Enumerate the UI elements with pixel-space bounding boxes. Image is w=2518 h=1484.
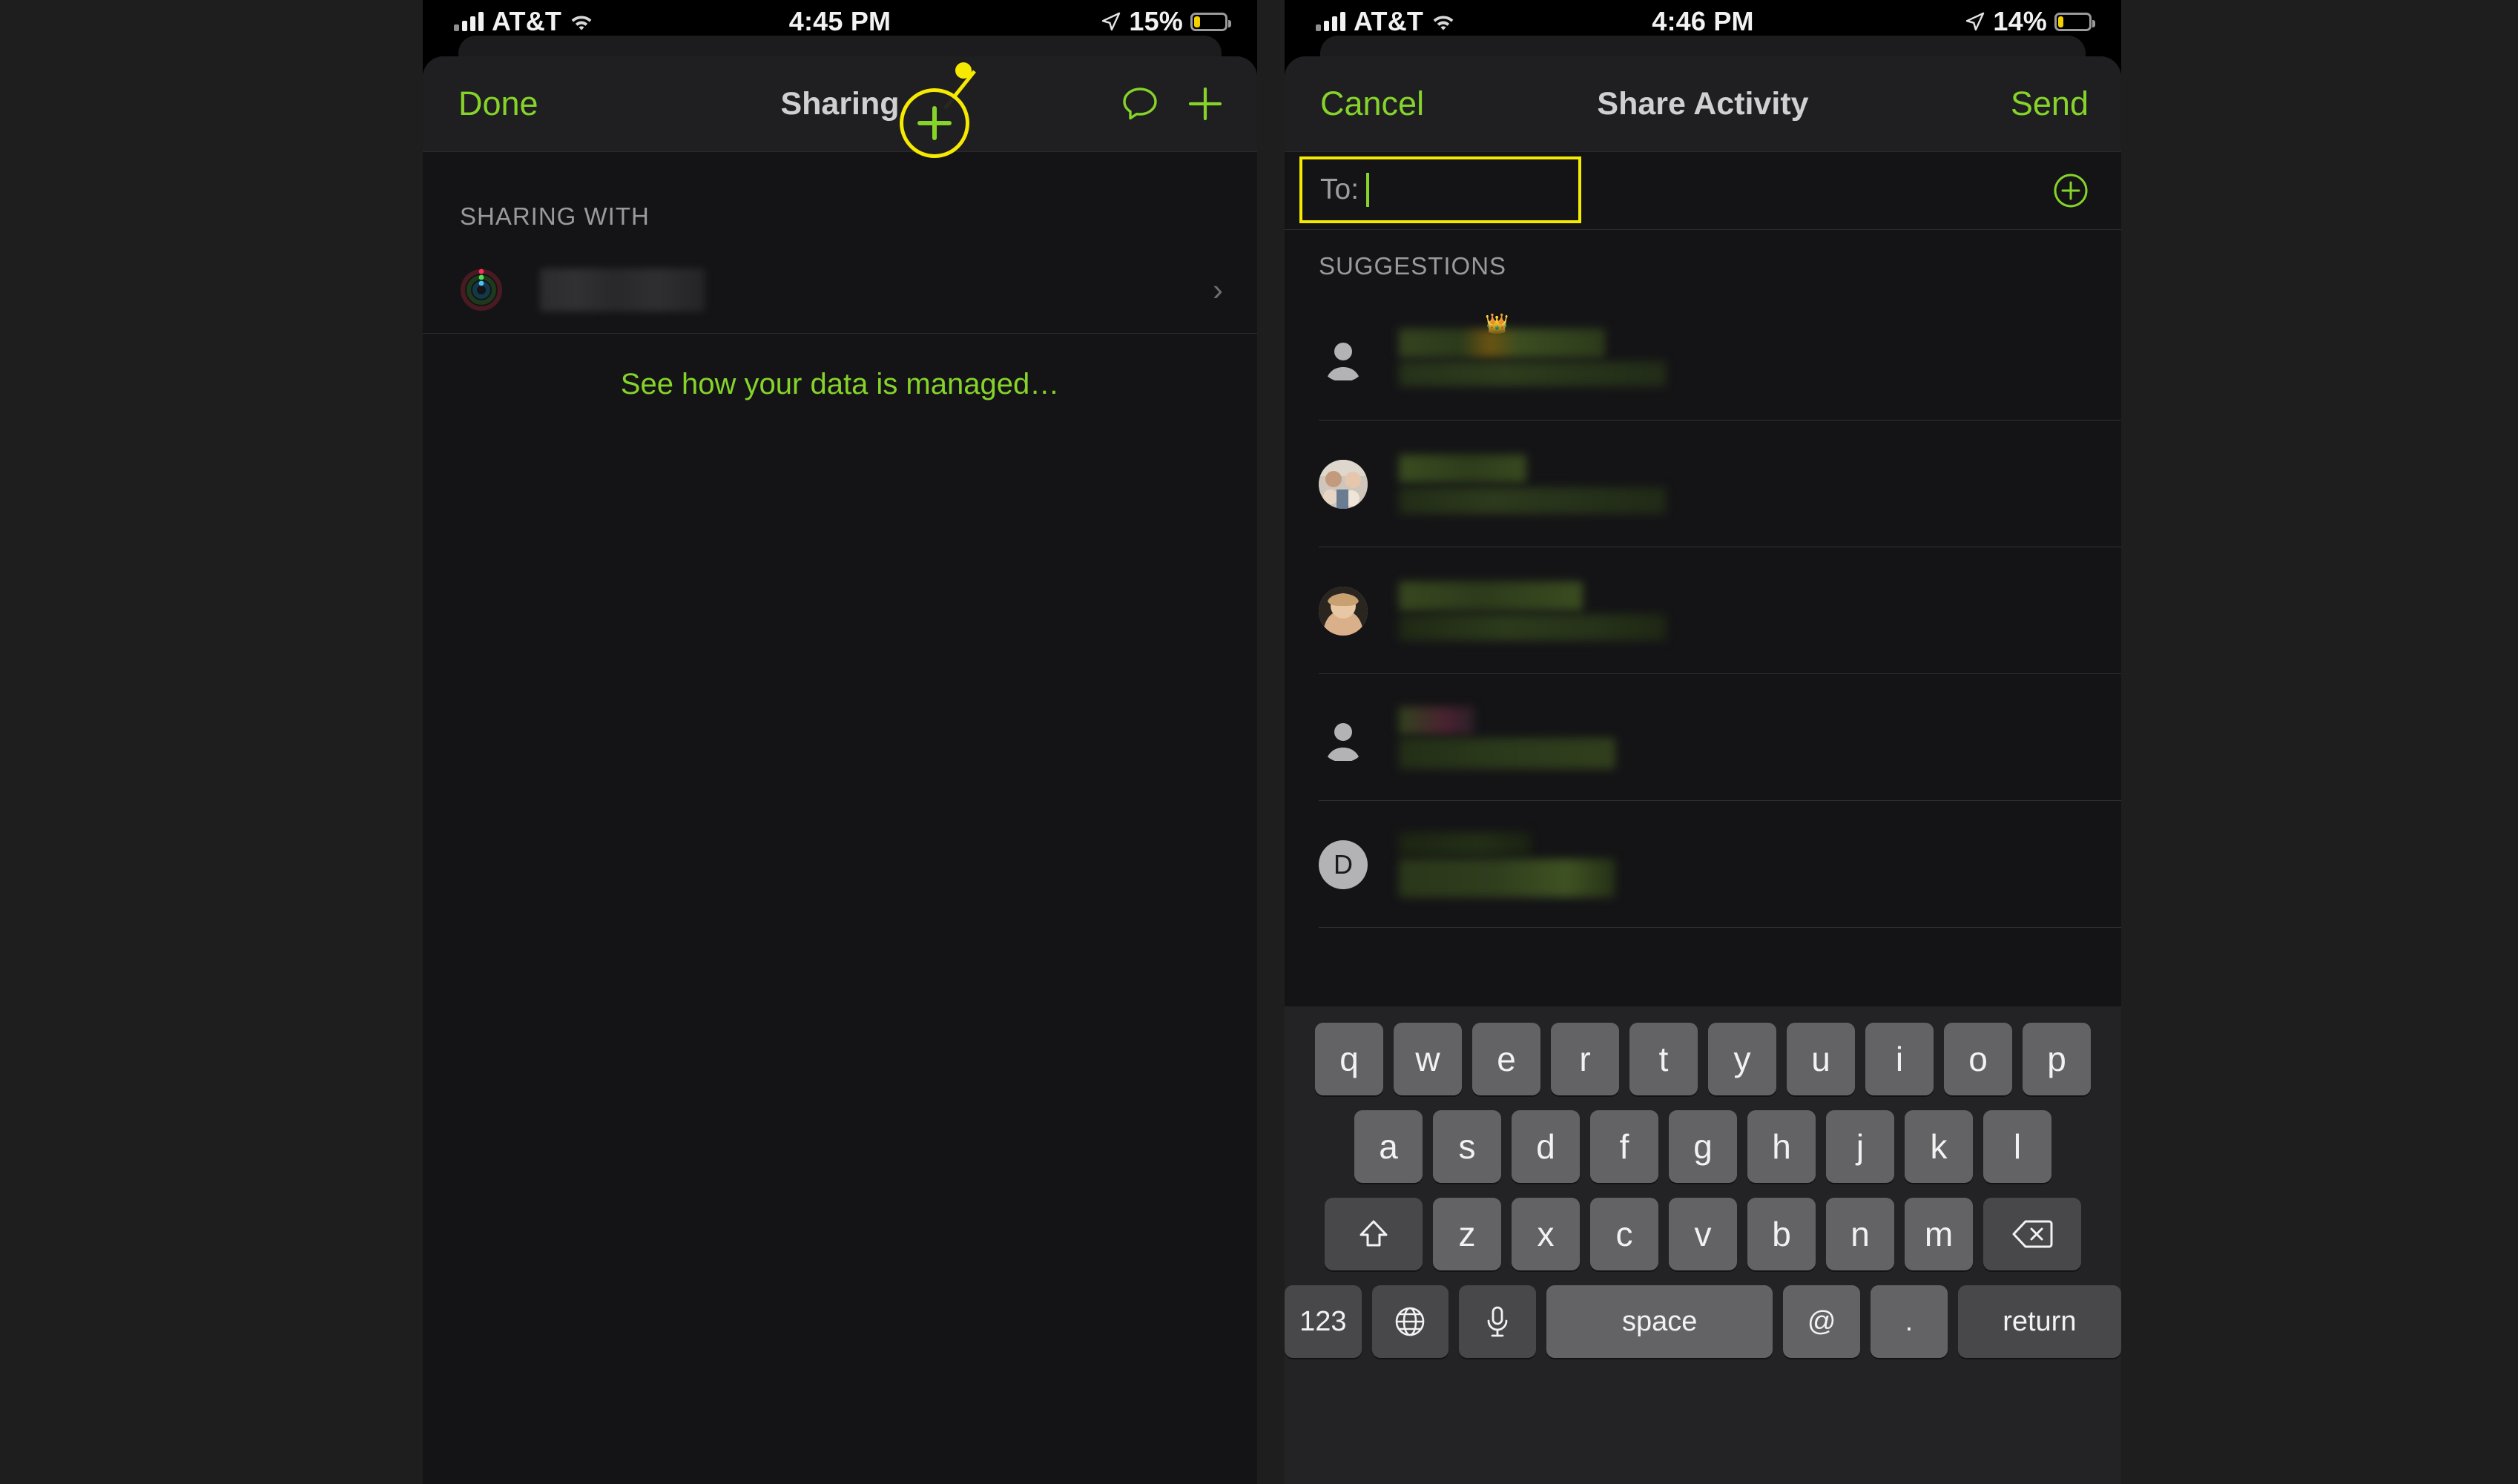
navbar-actions xyxy=(1121,56,1225,151)
backspace-delete-icon[interactable] xyxy=(1983,1198,2081,1270)
left-phone-screenshot: AT&T 4:45 PM 15% Done Sharing SHARING WI… xyxy=(423,0,1257,1484)
status-right-group: 14% xyxy=(1965,6,2095,37)
activity-rings-avatar xyxy=(460,268,503,311)
key-d[interactable]: d xyxy=(1512,1110,1580,1183)
key-k[interactable]: k xyxy=(1905,1110,1973,1183)
globe-language-icon[interactable] xyxy=(1371,1285,1449,1358)
speech-bubble-icon[interactable] xyxy=(1121,86,1159,122)
shift-arrow-icon[interactable] xyxy=(1325,1198,1423,1270)
list-item[interactable] xyxy=(1285,421,2121,547)
key-q[interactable]: q xyxy=(1315,1023,1383,1095)
contact-subtitle-redacted xyxy=(1399,613,1666,641)
suggestion-text xyxy=(1399,581,1666,641)
photo-avatar-group xyxy=(1319,459,1368,509)
key-t[interactable]: t xyxy=(1629,1023,1698,1095)
on-screen-keyboard: q w e r t y u i o p a s d f g h j k l z … xyxy=(1285,1006,2121,1484)
keyboard-row-3: z x c v b n m xyxy=(1285,1198,2121,1270)
suggestion-text xyxy=(1399,706,1615,769)
battery-low-icon xyxy=(2054,12,2095,31)
at-key[interactable]: @ xyxy=(1783,1285,1861,1358)
contact-subtitle-redacted xyxy=(1399,858,1615,897)
key-r[interactable]: r xyxy=(1551,1023,1619,1095)
key-i[interactable]: i xyxy=(1865,1023,1934,1095)
screenshot-page: AT&T 4:45 PM 15% Done Sharing SHARING WI… xyxy=(0,0,2518,1484)
keyboard-row-2: a s d f g h j k l xyxy=(1285,1110,2121,1183)
key-l[interactable]: l xyxy=(1983,1110,2051,1183)
suggestion-text xyxy=(1399,831,1615,897)
person-silhouette-avatar xyxy=(1319,332,1368,382)
battery-low-icon xyxy=(1190,12,1231,31)
share-activity-navbar: Cancel Share Activity Send xyxy=(1285,56,2121,152)
microphone-icon[interactable] xyxy=(1459,1285,1536,1358)
key-j[interactable]: j xyxy=(1826,1110,1894,1183)
suggestion-text xyxy=(1399,454,1666,514)
plus-icon[interactable] xyxy=(1186,85,1225,123)
battery-percent-label: 14% xyxy=(1993,6,2047,36)
to-input-field[interactable]: To: xyxy=(1299,156,1581,223)
contact-name-redacted xyxy=(1399,328,1605,358)
keyboard-row-4: 123 space @ . return xyxy=(1285,1285,2121,1358)
sharing-with-list: › xyxy=(423,247,1257,334)
battery-percent-label: 15% xyxy=(1129,6,1183,36)
list-item[interactable] xyxy=(1285,547,2121,674)
key-g[interactable]: g xyxy=(1669,1110,1737,1183)
contact-subtitle-redacted xyxy=(1399,737,1615,769)
key-n[interactable]: n xyxy=(1826,1198,1894,1270)
key-c[interactable]: c xyxy=(1590,1198,1658,1270)
key-s[interactable]: s xyxy=(1433,1110,1501,1183)
key-p[interactable]: p xyxy=(2023,1023,2091,1095)
page-title: Share Activity xyxy=(1597,85,1809,122)
key-b[interactable]: b xyxy=(1747,1198,1816,1270)
share-activity-sheet: Cancel Share Activity Send To: SUGGESTIO… xyxy=(1285,56,2121,1484)
location-arrow-icon xyxy=(1101,11,1121,32)
to-label: To: xyxy=(1320,174,1359,205)
key-f[interactable]: f xyxy=(1590,1110,1658,1183)
contact-subtitle-redacted xyxy=(1399,487,1666,514)
data-managed-link[interactable]: See how your data is managed… xyxy=(423,334,1257,401)
contact-name-redacted xyxy=(1399,581,1583,611)
key-v[interactable]: v xyxy=(1669,1198,1737,1270)
key-u[interactable]: u xyxy=(1787,1023,1855,1095)
key-m[interactable]: m xyxy=(1905,1198,1973,1270)
status-right-group: 15% xyxy=(1101,6,1231,37)
to-field-row: To: xyxy=(1285,152,2121,230)
sharing-with-header: SHARING WITH xyxy=(460,202,650,230)
right-phone-screenshot: AT&T 4:46 PM 14% Cancel Share Activity S… xyxy=(1285,0,2121,1484)
location-arrow-icon xyxy=(1965,11,1985,32)
keyboard-row-1: q w e r t y u i o p xyxy=(1285,1023,2121,1095)
key-a[interactable]: a xyxy=(1354,1110,1423,1183)
key-h[interactable]: h xyxy=(1747,1110,1816,1183)
contact-name-redacted xyxy=(540,268,705,311)
text-cursor xyxy=(1366,173,1370,207)
key-w[interactable]: w xyxy=(1394,1023,1462,1095)
key-x[interactable]: x xyxy=(1512,1198,1580,1270)
sharing-sheet: Done Sharing SHARING WITH › See how your… xyxy=(423,56,1257,1484)
period-key[interactable]: . xyxy=(1871,1285,1948,1358)
space-key[interactable]: space xyxy=(1546,1285,1773,1358)
chevron-right-icon: › xyxy=(1213,272,1223,307)
suggestions-header: SUGGESTIONS xyxy=(1319,252,1507,280)
key-y[interactable]: y xyxy=(1708,1023,1776,1095)
sharing-navbar: Done Sharing xyxy=(423,56,1257,152)
photo-avatar-portrait xyxy=(1319,586,1368,636)
numbers-key[interactable]: 123 xyxy=(1285,1285,1362,1358)
person-silhouette-avatar xyxy=(1319,713,1368,762)
list-item[interactable]: D xyxy=(1285,801,2121,928)
plus-circle-icon[interactable] xyxy=(2053,173,2089,208)
monogram-avatar: D xyxy=(1319,840,1368,889)
contact-name-redacted xyxy=(1399,831,1531,856)
return-key[interactable]: return xyxy=(1957,1285,2121,1358)
contact-subtitle-redacted xyxy=(1399,360,1666,386)
contact-name-redacted xyxy=(1399,706,1474,735)
list-item[interactable]: › xyxy=(423,247,1257,334)
list-item[interactable]: 👑 xyxy=(1285,294,2121,421)
suggestion-text: 👑 xyxy=(1399,312,1666,386)
send-button[interactable]: Send xyxy=(2011,56,2089,151)
contact-name-redacted xyxy=(1399,454,1526,483)
key-e[interactable]: e xyxy=(1472,1023,1540,1095)
list-item[interactable] xyxy=(1285,674,2121,801)
key-z[interactable]: z xyxy=(1433,1198,1501,1270)
key-o[interactable]: o xyxy=(1944,1023,2012,1095)
